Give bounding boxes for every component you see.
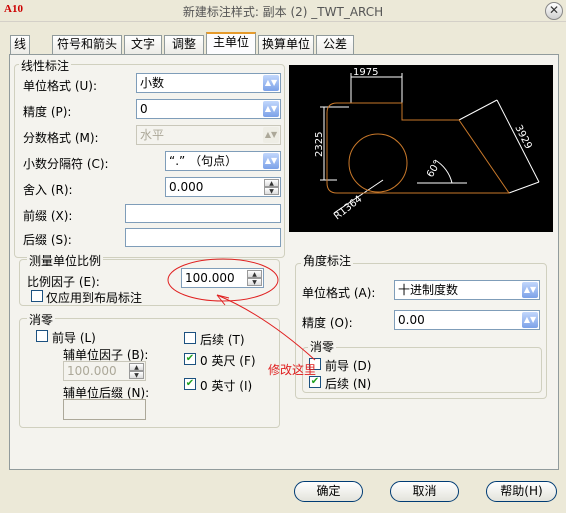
decimal-separator-label: 小数分隔符 (C): <box>23 157 109 171</box>
dim-top-text: 1975 <box>353 67 378 78</box>
unit-format-select[interactable]: 小数 ▲▼ <box>136 73 281 93</box>
dim-left-text: 2325 <box>314 132 325 157</box>
ok-button[interactable]: 确定 <box>294 481 363 502</box>
dim-radius-text: R1364 <box>332 194 364 223</box>
layout-only-checkbox[interactable] <box>31 290 43 302</box>
preview-pane: 1975 2325 3929 R1364 60° <box>289 65 553 232</box>
annotation-text: 修改这里 <box>268 363 317 377</box>
tab-fit[interactable]: 调整 <box>164 35 204 54</box>
precision-label: 精度 (P): <box>23 105 72 119</box>
angular-precision-select[interactable]: 0.00 ▲▼ <box>394 310 540 330</box>
dropdown-arrow-icon: ▲▼ <box>263 153 279 169</box>
leading-zero-checkbox[interactable] <box>36 330 48 342</box>
decimal-separator-select[interactable]: “.” （句点） ▲▼ <box>165 151 281 171</box>
dim-angle-text: 60° <box>425 159 443 180</box>
dropdown-arrow-icon: ▲▼ <box>263 101 279 117</box>
tab-tolerances[interactable]: 公差 <box>316 35 354 54</box>
tab-alternate-units[interactable]: 换算单位 <box>258 35 314 54</box>
fraction-format-label: 分数格式 (M): <box>23 131 99 145</box>
round-off-input[interactable]: 0.000 ▲ ▼ <box>165 177 281 197</box>
linear-group-title: 线性标注 <box>19 57 72 74</box>
scale-group-title: 测量单位比例 <box>27 252 104 269</box>
dropdown-arrow-icon: ▲▼ <box>263 127 279 143</box>
window-title: 新建标注样式: 副本 (2) _TWT_ARCH <box>182 5 384 19</box>
tab-primary-units[interactable]: 主单位 <box>206 32 256 55</box>
dimension-preview-drawing: 1975 2325 3929 R1364 60° <box>314 67 540 223</box>
precision-select[interactable]: 0 ▲▼ <box>136 99 281 119</box>
suffix-input[interactable] <box>125 228 281 247</box>
close-button[interactable]: ✕ <box>545 2 563 20</box>
spin-up-icon[interactable]: ▲ <box>129 363 144 371</box>
prefix-input[interactable] <box>125 204 281 223</box>
suffix-label: 后缀 (S): <box>23 233 72 247</box>
dropdown-arrow-icon: ▲▼ <box>522 282 538 298</box>
tab-lines[interactable]: 线 <box>10 35 30 54</box>
sub-unit-factor-input[interactable]: 100.000 ▲ ▼ <box>63 361 146 381</box>
angular-unit-format-select[interactable]: 十进制度数 ▲▼ <box>394 280 540 300</box>
tab-symbols-arrows[interactable]: 符号和箭头 <box>52 35 122 54</box>
help-button[interactable]: 帮助(H) <box>486 481 557 502</box>
dropdown-arrow-icon: ▲▼ <box>263 75 279 91</box>
dropdown-arrow-icon: ▲▼ <box>522 312 538 328</box>
fraction-format-select[interactable]: 水平 ▲▼ <box>136 125 281 145</box>
spin-down-icon[interactable]: ▼ <box>129 371 144 379</box>
unit-format-label: 单位格式 (U): <box>23 79 98 93</box>
layout-only-label: 仅应用到布局标注 <box>46 291 143 305</box>
cancel-button[interactable]: 取消 <box>390 481 459 502</box>
scale-factor-label: 比例因子 (E): <box>27 275 100 289</box>
leading-zero-label: 前导 (L) <box>52 331 96 345</box>
spin-up-icon[interactable]: ▲ <box>264 179 279 187</box>
tab-text[interactable]: 文字 <box>124 35 162 54</box>
sub-unit-suffix-input[interactable] <box>63 399 146 420</box>
round-off-label: 舍入 (R): <box>23 183 73 197</box>
zero-suppression-title: 消零 <box>27 311 56 328</box>
prefix-label: 前缀 (X): <box>23 209 73 223</box>
spin-down-icon[interactable]: ▼ <box>264 187 279 195</box>
